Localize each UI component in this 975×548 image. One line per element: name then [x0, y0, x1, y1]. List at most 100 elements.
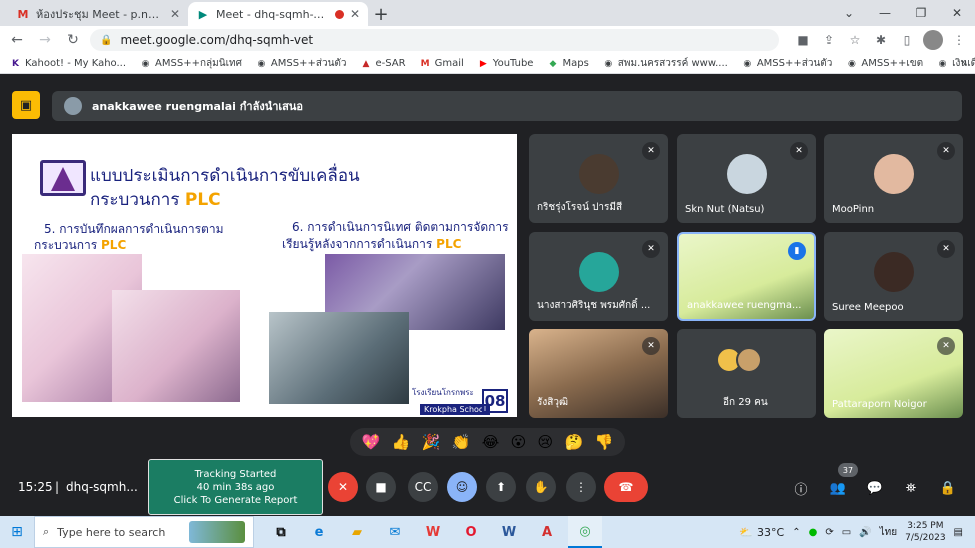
menu-icon[interactable]: ⋮ — [949, 30, 969, 50]
toolbar-icons: ■ ⇪ ☆ ✱ ▯ ⋮ — [793, 30, 969, 50]
taskbar-clock[interactable]: 3:25 PM 7/5/2023 — [905, 520, 945, 544]
mic-off-button[interactable]: ✕ — [328, 472, 358, 502]
host-controls-icon[interactable]: 🔒 — [937, 477, 959, 499]
minimize-icon[interactable]: — — [867, 0, 903, 26]
camera-button[interactable]: ■ — [366, 472, 396, 502]
activities-icon[interactable]: ⛯ — [900, 477, 922, 499]
leave-call-button[interactable]: ☎ — [604, 472, 648, 502]
info-icon[interactable]: ⓘ — [790, 477, 812, 499]
participant-tile[interactable]: ✕ กริชรุ่งโรจน์ ปารมีสี — [529, 134, 668, 223]
mail-icon[interactable]: ✉ — [378, 516, 412, 548]
chevron-up-icon[interactable]: ⌃ — [792, 527, 800, 538]
presentation-off-icon[interactable]: ▣ — [12, 91, 40, 119]
bookmark-kahoot[interactable]: K Kahoot! - My Kaho... — [10, 58, 126, 69]
tab-meet[interactable]: ▶ Meet - dhq-sqmh-vet ✕ — [188, 2, 368, 26]
star-icon[interactable]: ☆ — [845, 30, 865, 50]
kahoot-icon: K — [12, 58, 19, 69]
laughing-icon[interactable]: 😂 — [482, 433, 500, 451]
participant-tile[interactable]: ✕ Pattaraporn Noigor — [824, 329, 963, 418]
participant-avatar — [578, 154, 619, 194]
gmail-icon: M — [420, 58, 430, 69]
acrobat-icon[interactable]: A — [530, 516, 564, 548]
line-icon[interactable]: ● — [809, 527, 818, 538]
party-popper-icon[interactable]: 🎉 — [422, 433, 441, 451]
task-view-icon[interactable]: ⧉ — [264, 516, 298, 548]
file-explorer-icon[interactable]: ▰ — [340, 516, 374, 548]
close-window-icon[interactable]: ✕ — [939, 0, 975, 26]
globe-icon: ◉ — [257, 58, 266, 69]
weather-widget[interactable]: ⛅ 33°C — [739, 526, 784, 539]
chrome-icon[interactable]: ◎ — [568, 516, 602, 548]
language-indicator[interactable]: ไทย — [880, 525, 897, 540]
participant-tile[interactable]: ✕ Suree Meepoo — [824, 232, 963, 321]
bookmark-esar[interactable]: ▲ e-SAR — [361, 58, 406, 69]
restore-icon[interactable]: ❐ — [903, 0, 939, 26]
camera-icon[interactable]: ■ — [793, 30, 813, 50]
clapping-icon[interactable]: 👏 — [452, 433, 471, 451]
edge-icon[interactable]: e — [302, 516, 336, 548]
close-icon[interactable]: ✕ — [350, 7, 360, 21]
reactions-button[interactable]: ☺ — [447, 472, 477, 502]
bookmarks-overflow-icon[interactable]: » — [961, 57, 967, 68]
slide-title-line2: กระบวนการ PLC — [90, 190, 221, 210]
tracking-report-button[interactable]: Tracking Started 40 min 38s ago Click To… — [148, 459, 323, 515]
mic-off-icon: ✕ — [937, 240, 955, 258]
forward-icon[interactable]: → — [34, 29, 56, 51]
bookmark-salary[interactable]: ◉เงินเดือน — [937, 56, 975, 71]
thumbs-up-icon[interactable]: 👍 — [392, 433, 411, 451]
more-participants-tile[interactable]: อีก 29 คน — [677, 329, 816, 418]
mic-off-icon: ✕ — [937, 337, 955, 355]
share-icon[interactable]: ⇪ — [819, 30, 839, 50]
reactions-bar: 💖 👍 🎉 👏 😂 😮 😢 🤔 👎 — [350, 428, 625, 456]
word-icon[interactable]: W — [492, 516, 526, 548]
people-icon[interactable]: 👥 — [827, 477, 849, 499]
surprised-icon[interactable]: 😮 — [511, 433, 527, 451]
mic-off-icon: ✕ — [642, 240, 660, 258]
sparkling-heart-icon[interactable]: 💖 — [362, 433, 381, 451]
tab-gmail[interactable]: M ห้องประชุม Meet - p.noigor@gmai ✕ — [8, 2, 188, 26]
bookmark-amss-personal[interactable]: ◉ AMSS++ส่วนตัว — [256, 56, 346, 71]
meeting-code[interactable]: dhq-sqmh... — [66, 480, 138, 494]
back-icon[interactable]: ← — [6, 29, 28, 51]
present-button[interactable]: ⬆ — [486, 472, 516, 502]
participant-tile[interactable]: ✕ Skn Nut (Natsu) — [677, 134, 816, 223]
bookmark-spm[interactable]: ◉ สพม.นครสวรรค์ www.... — [603, 56, 727, 71]
lock-icon[interactable]: 🔒 — [100, 35, 112, 46]
youtube-icon: ▶ — [479, 58, 487, 69]
participant-tile[interactable]: ✕ MooPinn — [824, 134, 963, 223]
windows-start-icon[interactable]: ⊞ — [0, 516, 34, 548]
more-options-button[interactable]: ⋮ — [566, 472, 596, 502]
opera-icon[interactable]: O — [454, 516, 488, 548]
captions-button[interactable]: CC — [408, 472, 438, 502]
taskbar-search[interactable]: ⌕ Type here to search — [34, 516, 254, 548]
close-icon[interactable]: ✕ — [170, 7, 180, 21]
participant-tile[interactable]: ✕ นางสาวศิรินุช พรมศักดิ์ ... — [529, 232, 668, 321]
bookmark-gmail[interactable]: M Gmail — [420, 58, 464, 69]
globe-icon: ◉ — [743, 58, 752, 69]
sidebar-icon[interactable]: ▯ — [897, 30, 917, 50]
network-icon[interactable]: ▭ — [842, 527, 851, 538]
bookmark-amss-area[interactable]: ◉ AMSS++เขต — [846, 56, 923, 71]
chevron-down-icon[interactable]: ⌄ — [831, 0, 867, 26]
participant-tile[interactable]: ✕ รังสิวุฒิ — [529, 329, 668, 418]
sync-icon[interactable]: ⟳ — [825, 527, 833, 538]
new-tab-button[interactable]: + — [368, 2, 394, 26]
address-bar[interactable]: 🔒 meet.google.com/dhq-sqmh-vet — [90, 29, 779, 51]
notifications-icon[interactable]: ▤ — [954, 527, 963, 538]
bookmark-amss-nithet[interactable]: ◉ AMSS++กลุ่มนิเทศ — [140, 56, 242, 71]
presenter-text: anakkawee ruengmalai กำลังนำเสนอ — [92, 100, 303, 113]
participant-tile-speaking[interactable]: ▮ anakkawee ruengma... — [677, 232, 816, 321]
bookmark-amss-personal-2[interactable]: ◉ AMSS++ส่วนตัว — [742, 56, 832, 71]
thinking-icon[interactable]: 🤔 — [565, 433, 584, 451]
volume-icon[interactable]: 🔊 — [859, 527, 871, 538]
thumbs-down-icon[interactable]: 👎 — [595, 433, 614, 451]
reload-icon[interactable]: ↻ — [62, 29, 84, 51]
wps-icon[interactable]: W — [416, 516, 450, 548]
profile-avatar[interactable] — [923, 30, 943, 50]
extensions-icon[interactable]: ✱ — [871, 30, 891, 50]
raise-hand-button[interactable]: ✋ — [526, 472, 556, 502]
sad-icon[interactable]: 😢 — [538, 433, 554, 451]
chat-icon[interactable]: 💬 — [864, 477, 886, 499]
bookmark-youtube[interactable]: ▶ YouTube — [478, 58, 534, 69]
bookmark-maps[interactable]: ◆ Maps — [547, 58, 589, 69]
